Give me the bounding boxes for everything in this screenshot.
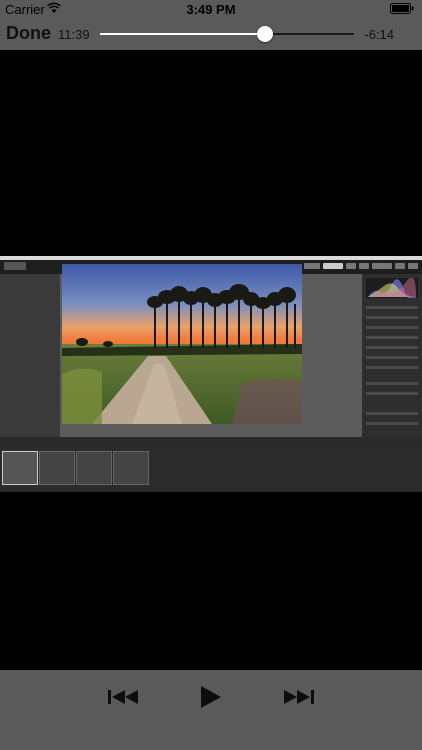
playback-controls (0, 670, 422, 750)
scrubber-remaining-track (265, 33, 354, 35)
video-app-left-panel (0, 274, 60, 437)
play-icon[interactable] (191, 684, 231, 710)
status-bar: Carrier 3:49 PM (0, 0, 422, 18)
landscape-photo (62, 264, 302, 424)
video-frame (0, 256, 422, 492)
scrubber-thumb[interactable] (257, 26, 274, 42)
skip-forward-icon[interactable] (278, 684, 318, 710)
video-app-filmstrip (0, 444, 422, 492)
playback-top-bar: Done 11:39 -6:14 (0, 18, 422, 50)
video-area[interactable] (0, 50, 422, 670)
remaining-time: -6:14 (364, 27, 394, 42)
video-app-logo (4, 262, 26, 270)
progress-scrubber[interactable] (100, 26, 354, 42)
video-app-toolbar (0, 437, 422, 444)
battery-icon (390, 3, 414, 14)
video-app-module-picker (304, 263, 418, 269)
status-time: 3:49 PM (186, 2, 236, 17)
skip-back-icon[interactable] (104, 684, 144, 710)
scrubber-played-track (100, 33, 266, 35)
video-app-right-panel (362, 274, 422, 437)
done-button[interactable]: Done (6, 23, 51, 44)
histogram-graphic (366, 278, 418, 298)
elapsed-time: 11:39 (58, 27, 90, 42)
